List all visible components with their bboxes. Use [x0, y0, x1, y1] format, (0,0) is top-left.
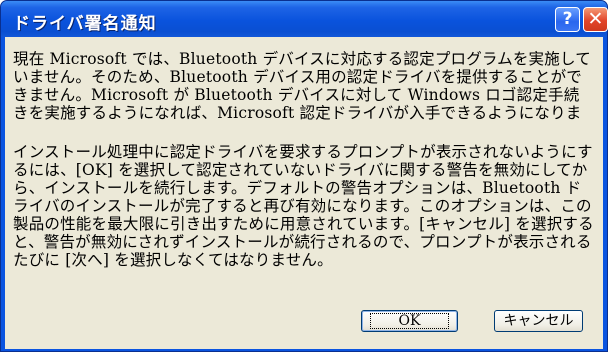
ok-button[interactable]: OK: [361, 310, 458, 332]
help-button[interactable]: ?: [555, 7, 580, 32]
close-icon: ✕: [587, 8, 604, 30]
title-bar[interactable]: ドライバ署名通知 ? ✕: [1, 1, 608, 37]
question-mark-icon: ?: [562, 9, 573, 29]
dialog-body: 現在 Microsoft では、Bluetooth デバイスに対応する認定プログ…: [5, 37, 603, 349]
message-paragraph-1: 現在 Microsoft では、Bluetooth デバイスに対応する認定プログ…: [13, 50, 591, 122]
close-button[interactable]: ✕: [583, 7, 608, 32]
window-title: ドライバ署名通知: [13, 14, 157, 34]
cancel-button[interactable]: キャンセル: [494, 310, 583, 332]
ok-button-label: OK: [369, 313, 450, 329]
driver-signing-dialog: ドライバ署名通知 ? ✕ 現在 Microsoft では、Bluetooth デ…: [0, 0, 608, 352]
message-paragraph-2: インストール処理中に認定ドライバを要求するプロンプトが表示されないようにするには…: [13, 143, 594, 269]
